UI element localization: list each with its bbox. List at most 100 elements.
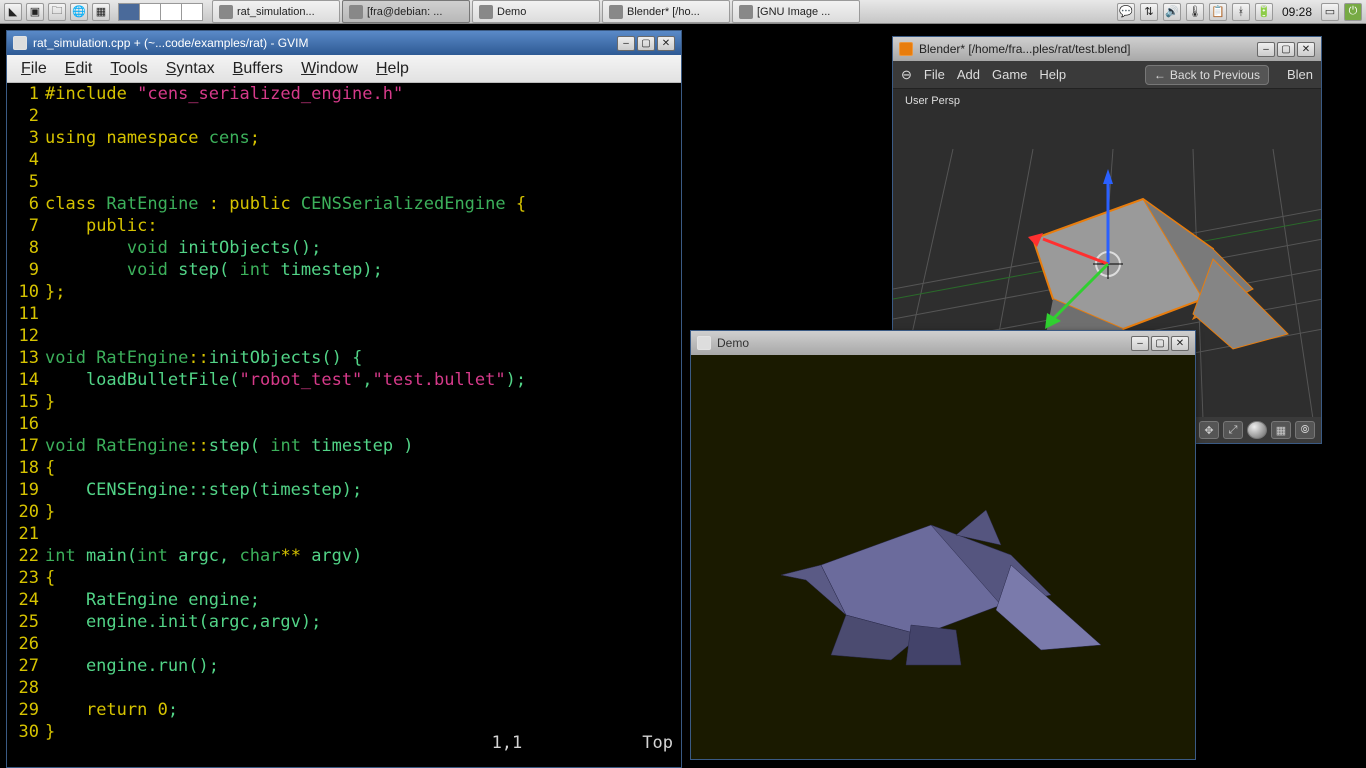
back-label: Back to Previous (1170, 68, 1260, 82)
minimize-button[interactable]: – (617, 36, 635, 51)
menu-edit[interactable]: Edit (57, 58, 101, 80)
code-line: 17void RatEngine::step( int timestep ) (7, 435, 681, 457)
editor-type-icon[interactable]: ⊖ (901, 67, 912, 83)
demo-titlebar[interactable]: Demo – ▢ ✕ (691, 331, 1195, 355)
code-line: 23{ (7, 567, 681, 589)
close-button[interactable]: ✕ (1297, 42, 1315, 57)
code-line: 28 (7, 677, 681, 699)
workspace-4[interactable] (181, 3, 203, 21)
gvim-titlebar[interactable]: rat_simulation.cpp + (~...code/examples/… (7, 31, 681, 55)
logout-icon[interactable]: ⏻ (1344, 3, 1362, 21)
workspace-2[interactable] (139, 3, 161, 21)
clock[interactable]: 09:28 (1278, 5, 1316, 19)
line-number: 22 (7, 545, 45, 567)
close-button[interactable]: ✕ (1171, 336, 1189, 351)
workspace-3[interactable] (160, 3, 182, 21)
code-line: 19 CENSEngine::step(timestep); (7, 479, 681, 501)
task-label: Demo (497, 6, 526, 18)
code-line: 27 engine.run(); (7, 655, 681, 677)
camera-icon[interactable]: ⦾ (1295, 421, 1315, 439)
shading-icon[interactable] (1247, 421, 1267, 439)
menu-icon[interactable]: ◣ (4, 3, 22, 21)
task-list: rat_simulation...[fra@debian: ... Demo Ble… (212, 0, 1113, 23)
gvim-window: rat_simulation.cpp + (~...code/examples/… (6, 30, 682, 768)
line-number: 15 (7, 391, 45, 413)
tray-right: 💬 ⇅ 🔊 🌡 📋 ᚼ 🔋 09:28 ▭ ⏻ (1113, 0, 1366, 23)
show-desktop-icon[interactable]: ▭ (1321, 3, 1339, 21)
blender-scene-label[interactable]: Blen (1287, 67, 1313, 82)
blender-menu-game[interactable]: Game (992, 67, 1027, 82)
minimize-button[interactable]: – (1131, 336, 1149, 351)
taskbar-task[interactable]: Blender* [/ho... (602, 0, 730, 23)
workspace-pager[interactable] (118, 3, 202, 21)
overlay-icon[interactable]: ▦ (1271, 421, 1291, 439)
demo-viewport[interactable] (691, 355, 1195, 759)
battery-icon[interactable]: 🔋 (1255, 3, 1273, 21)
line-number: 29 (7, 699, 45, 721)
maximize-button[interactable]: ▢ (1151, 336, 1169, 351)
rat-render (751, 475, 1151, 675)
code-line: 21 (7, 523, 681, 545)
line-code: CENSEngine::step(timestep); (45, 479, 362, 501)
terminal-icon[interactable]: ▣ (26, 3, 44, 21)
code-line: 11 (7, 303, 681, 325)
menu-buffers[interactable]: Buffers (225, 58, 291, 80)
line-code: { (45, 457, 55, 479)
network-icon[interactable]: ⇅ (1140, 3, 1158, 21)
menu-file[interactable]: File (13, 58, 55, 80)
line-code: } (45, 391, 55, 413)
line-number: 10 (7, 281, 45, 303)
menu-tools[interactable]: Tools (102, 58, 155, 80)
line-number: 14 (7, 369, 45, 391)
code-line: 9 void step( int timestep); (7, 259, 681, 281)
gvim-editor[interactable]: 1#include "cens_serialized_engine.h"23us… (7, 83, 681, 767)
clipboard-icon[interactable]: 📋 (1209, 3, 1227, 21)
volume-icon[interactable]: 🔊 (1163, 3, 1181, 21)
chat-icon[interactable]: 💬 (1117, 3, 1135, 21)
code-line: 25 engine.init(argc,argv); (7, 611, 681, 633)
code-line: 20} (7, 501, 681, 523)
bluetooth-icon[interactable]: ᚼ (1232, 3, 1250, 21)
back-to-previous-button[interactable]: ← Back to Previous (1145, 65, 1269, 85)
taskbar-task[interactable]: Demo (472, 0, 600, 23)
code-line: 22int main(int argc, char** argv) (7, 545, 681, 567)
blender-menu-add[interactable]: Add (957, 67, 980, 82)
windows-icon[interactable]: ▦ (92, 3, 110, 21)
minimize-button[interactable]: – (1257, 42, 1275, 57)
close-button[interactable]: ✕ (657, 36, 675, 51)
code-line: 8 void initObjects(); (7, 237, 681, 259)
gvim-status: 1,1 Top (7, 733, 681, 753)
menu-help[interactable]: Help (368, 58, 417, 80)
code-line: 12 (7, 325, 681, 347)
blender-titlebar[interactable]: Blender* [/home/fra...ples/rat/test.blen… (893, 37, 1321, 61)
line-code: void initObjects(); (45, 237, 321, 259)
back-arrow-icon: ← (1154, 68, 1166, 82)
blender-menu-file[interactable]: File (924, 67, 945, 82)
line-code: void step( int timestep); (45, 259, 383, 281)
task-icon (739, 5, 753, 19)
code-line: 4 (7, 149, 681, 171)
taskbar-task[interactable]: [GNU Image ... (732, 0, 860, 23)
blender-icon (899, 42, 913, 56)
maximize-button[interactable]: ▢ (1277, 42, 1295, 57)
task-icon (479, 5, 493, 19)
blender-title: Blender* [/home/fra...ples/rat/test.blen… (919, 42, 1251, 56)
pan-icon[interactable]: ✥ (1199, 421, 1219, 439)
line-number: 3 (7, 127, 45, 149)
taskbar-task[interactable]: [fra@debian: ... (342, 0, 470, 23)
browser-icon[interactable]: 🌐 (70, 3, 88, 21)
tray-left: ◣ ▣ 🗀 🌐 ▦ (0, 0, 206, 23)
maximize-button[interactable]: ▢ (637, 36, 655, 51)
zoom-icon[interactable]: ⤢ (1223, 421, 1243, 439)
taskbar-task[interactable]: rat_simulation... (212, 0, 340, 23)
code-line: 7 public: (7, 215, 681, 237)
line-code: return 0; (45, 699, 178, 721)
menu-syntax[interactable]: Syntax (158, 58, 223, 80)
line-code: { (45, 567, 55, 589)
menu-window[interactable]: Window (293, 58, 366, 80)
filemanager-icon[interactable]: 🗀 (48, 3, 66, 21)
line-number: 9 (7, 259, 45, 281)
blender-menu-help[interactable]: Help (1039, 67, 1066, 82)
workspace-1[interactable] (118, 3, 140, 21)
temp-icon[interactable]: 🌡 (1186, 3, 1204, 21)
